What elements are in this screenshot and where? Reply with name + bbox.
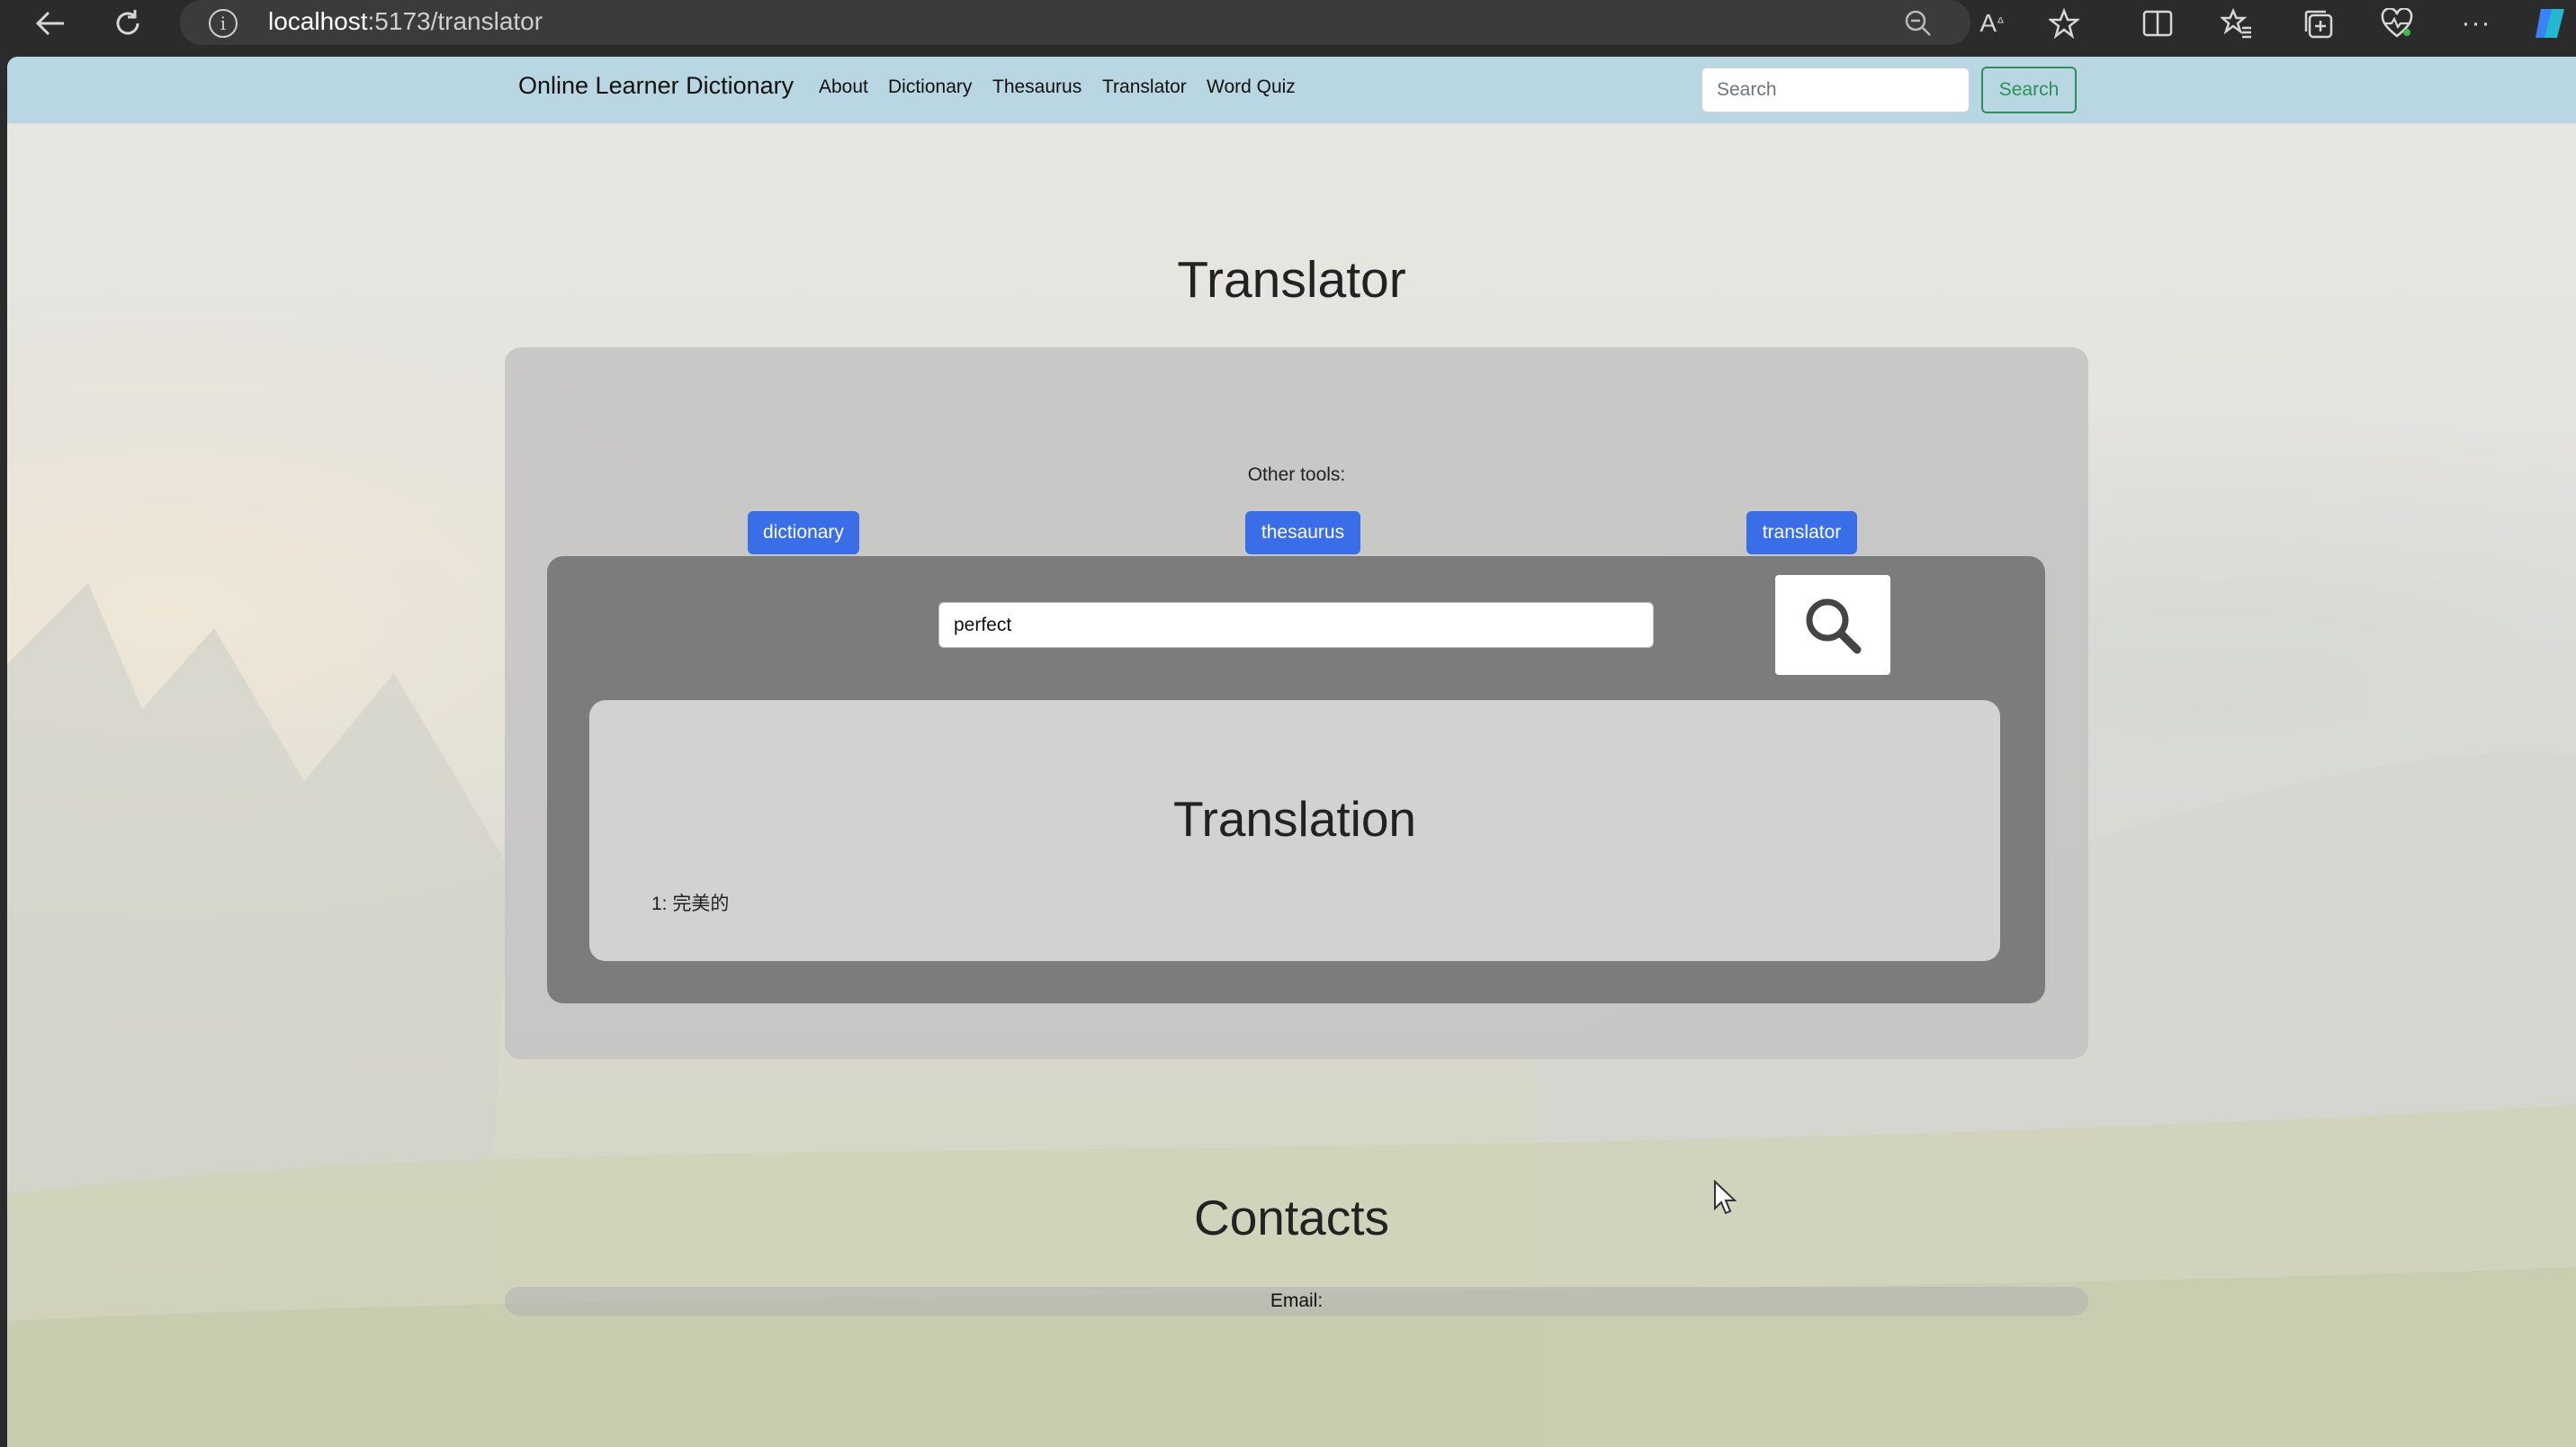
nav-link-word-quiz[interactable]: Word Quiz bbox=[1207, 76, 1296, 98]
favorite-star-icon[interactable] bbox=[2044, 5, 2084, 41]
nav-link-dictionary[interactable]: Dictionary bbox=[888, 76, 972, 98]
page-title: Translator bbox=[1177, 251, 1406, 309]
url-host: localhost bbox=[268, 7, 368, 35]
nav-link-thesaurus[interactable]: Thesaurus bbox=[992, 76, 1082, 98]
translator-button[interactable]: translator bbox=[1746, 511, 1857, 554]
zoom-out-icon[interactable] bbox=[1898, 5, 1938, 41]
mouse-cursor-icon bbox=[1714, 1180, 1737, 1215]
read-aloud-icon[interactable]: Aᐞ bbox=[1972, 5, 2012, 41]
back-icon[interactable] bbox=[32, 5, 68, 41]
navbar: Online Learner Dictionary About Dictiona… bbox=[7, 57, 2576, 123]
favorites-icon[interactable] bbox=[2217, 5, 2257, 41]
brand-link[interactable]: Online Learner Dictionary bbox=[518, 72, 794, 100]
translation-result-item: 1: 完美的 bbox=[651, 894, 730, 914]
refresh-icon[interactable] bbox=[110, 5, 146, 41]
other-tools-label: Other tools: bbox=[1247, 464, 1346, 485]
more-options-icon[interactable]: ··· bbox=[2456, 5, 2496, 41]
page-viewport: Online Learner Dictionary About Dictiona… bbox=[7, 57, 2576, 1447]
address-bar[interactable]: i localhost:5173/translator bbox=[180, 0, 1970, 45]
browser-essentials-icon[interactable] bbox=[2377, 5, 2417, 41]
site-info-icon[interactable]: i bbox=[209, 9, 238, 38]
browser-chrome: i localhost:5173/translator Aᐞ ··· bbox=[0, 0, 2576, 45]
thesaurus-button[interactable]: thesaurus bbox=[1245, 511, 1360, 554]
url-text[interactable]: localhost:5173/translator bbox=[268, 7, 543, 36]
nav-link-about[interactable]: About bbox=[819, 76, 868, 98]
email-label: Email: bbox=[1270, 1290, 1324, 1311]
dictionary-button[interactable]: dictionary bbox=[748, 511, 859, 554]
translate-input[interactable] bbox=[938, 602, 1654, 648]
email-bar: Email: bbox=[505, 1287, 2088, 1316]
search-icon bbox=[1806, 598, 1862, 653]
nav-search-input[interactable] bbox=[1701, 67, 1970, 112]
tool-panel: Other tools: dictionary thesaurus transl… bbox=[505, 347, 2088, 1059]
translation-heading: Translation bbox=[1172, 791, 1417, 847]
translation-result-card: Translation 1: 完美的 bbox=[589, 700, 2000, 961]
translate-search-button[interactable] bbox=[1775, 575, 1890, 675]
contacts-heading: Contacts bbox=[1193, 1190, 1390, 1245]
copilot-icon[interactable] bbox=[2530, 5, 2570, 41]
split-screen-icon[interactable] bbox=[2138, 5, 2177, 41]
collections-icon[interactable] bbox=[2298, 5, 2338, 41]
url-path: :5173/translator bbox=[367, 7, 543, 35]
translate-box: Translation 1: 完美的 bbox=[547, 556, 2045, 1003]
nav-link-translator[interactable]: Translator bbox=[1102, 76, 1187, 98]
nav-search-button[interactable]: Search bbox=[1981, 67, 2077, 113]
